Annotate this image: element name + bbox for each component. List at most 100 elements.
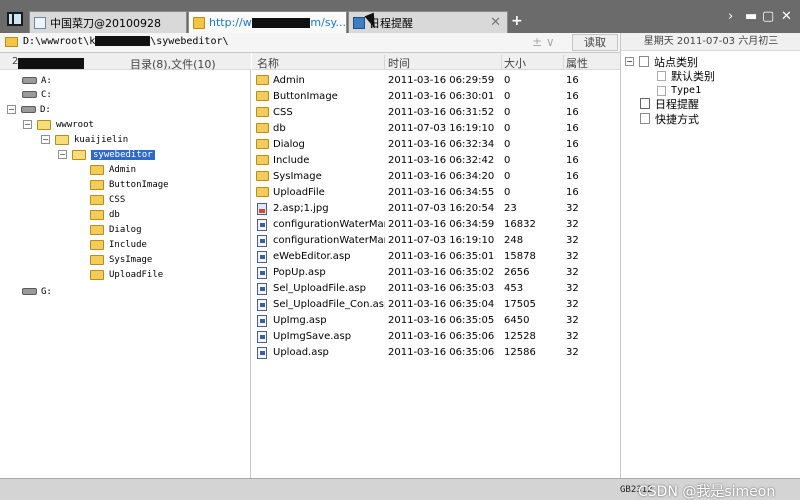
folder-open-icon: [55, 134, 69, 145]
tree-drive-g[interactable]: G:: [22, 284, 52, 299]
file-name: PopUp.asp: [273, 267, 326, 278]
tab-file-manager[interactable]: http://w m/sy...: [188, 11, 347, 33]
collapse-icon[interactable]: −: [7, 105, 16, 114]
path-input[interactable]: D:\wwwroot\k \sywebeditor\: [23, 36, 229, 47]
tree-folder-kuaijielin[interactable]: − kuaijielin: [41, 132, 128, 147]
tree-folder-wwwroot[interactable]: − wwwroot: [23, 117, 94, 132]
file-attr: 32: [566, 219, 579, 230]
default-category-label: 默认类别: [671, 69, 715, 83]
tree-drive-c[interactable]: C:: [22, 87, 52, 102]
file-time: 2011-03-16 06:32:42: [388, 155, 495, 166]
file-size: 6450: [504, 315, 530, 326]
chevron-right-icon[interactable]: ›: [728, 9, 733, 24]
file-size: 0: [504, 187, 511, 198]
folder-label: UploadFile: [109, 269, 164, 280]
minimize-button[interactable]: ▬: [745, 9, 757, 24]
tree-shortcut[interactable]: 快捷方式: [640, 111, 699, 126]
watermark-text: CSDN @我是simeon: [638, 484, 776, 500]
file-name: Include: [273, 155, 310, 166]
file-time: 2011-03-16 06:29:59: [388, 75, 495, 86]
column-header-time[interactable]: 时间: [388, 55, 502, 70]
add-tab-button[interactable]: +: [511, 13, 523, 29]
category-icon: [657, 85, 666, 96]
folder-icon: [90, 179, 104, 190]
file-icon: [257, 347, 267, 359]
table-row[interactable]: PopUp.asp 2011-03-16 06:35:02 2656 32: [252, 265, 620, 281]
column-header-name[interactable]: 名称: [257, 55, 385, 70]
table-row[interactable]: CSS 2011-03-16 06:31:52 0 16: [252, 105, 620, 121]
table-row[interactable]: ButtonImage 2011-03-16 06:30:01 0 16: [252, 89, 620, 105]
table-row[interactable]: eWebEditor.asp 2011-03-16 06:35:01 15878 32: [252, 249, 620, 265]
file-icon: [257, 219, 267, 231]
table-row[interactable]: Include 2011-03-16 06:32:42 0 16: [252, 153, 620, 169]
tree-folder-css[interactable]: CSS: [90, 192, 125, 207]
category-icon: [639, 56, 649, 67]
tree-folder-buttonimage[interactable]: ButtonImage: [90, 177, 169, 192]
maximize-button[interactable]: ▢: [762, 9, 774, 24]
file-time: 2011-03-16 06:35:05: [388, 315, 495, 326]
path-options-icon[interactable]: ± ∨: [532, 35, 555, 49]
table-row[interactable]: UploadFile 2011-03-16 06:34:55 0 16: [252, 185, 620, 201]
file-attr: 16: [566, 139, 579, 150]
tree-folder-dialog[interactable]: Dialog: [90, 222, 142, 237]
folder-icon: [256, 107, 269, 117]
table-row[interactable]: Sel_UploadFile_Con.asp 2011-03-16 06:35:0…: [252, 297, 620, 313]
folder-label: ButtonImage: [109, 179, 169, 190]
table-row[interactable]: UpImgSave.asp 2011-03-16 06:35:06 12528 32: [252, 329, 620, 345]
file-size: 23: [504, 203, 517, 214]
table-row[interactable]: 2.asp;1.jpg 2011-07-03 16:20:54 23 32: [252, 201, 620, 217]
address-bar: D:\wwwroot\k \sywebeditor\ ± ∨ 读取: [0, 33, 620, 53]
file-attr: 32: [566, 315, 579, 326]
file-name: Sel_UploadFile.asp: [273, 283, 366, 294]
file-name: Sel_UploadFile_Con.asp: [273, 299, 385, 310]
collapse-icon[interactable]: −: [23, 120, 32, 129]
collapse-icon[interactable]: −: [41, 135, 50, 144]
shortcut-icon: [640, 113, 650, 124]
table-row[interactable]: Upload.asp 2011-03-16 06:35:06 12586 32: [252, 345, 620, 361]
column-header-attr[interactable]: 属性: [566, 55, 620, 70]
file-attr: 32: [566, 299, 579, 310]
tree-folder-sywebeditor[interactable]: − sywebeditor: [58, 147, 155, 162]
tree-drive-a[interactable]: A:: [22, 73, 52, 88]
tab-label: http://w m/sy...: [209, 16, 346, 29]
table-row[interactable]: configurationWaterMark....2011-07-03 16:…: [252, 233, 620, 249]
folder-label: CSS: [109, 194, 126, 205]
file-name: configurationWaterMark....: [273, 219, 385, 230]
app-logo-icon[interactable]: [7, 12, 23, 26]
file-name: Upload.asp: [273, 347, 329, 358]
table-row[interactable]: Dialog 2011-03-16 06:32:34 0 16: [252, 137, 620, 153]
file-time: 2011-03-16 06:35:02: [388, 267, 495, 278]
file-time: 2011-03-16 06:34:59: [388, 219, 495, 230]
file-size: 12586: [504, 347, 536, 358]
folder-icon: [256, 75, 269, 85]
column-header-size[interactable]: 大小: [504, 55, 564, 70]
file-attr: 32: [566, 235, 579, 246]
file-icon: [257, 251, 267, 263]
folder-label: Admin: [109, 164, 137, 175]
tree-drive-d[interactable]: − D:: [7, 102, 51, 117]
collapse-icon[interactable]: −: [625, 57, 634, 66]
read-button[interactable]: 读取: [572, 34, 618, 51]
close-icon[interactable]: ✕: [490, 15, 501, 30]
file-attr: 16: [566, 75, 579, 86]
table-row[interactable]: UpImg.asp 2011-03-16 06:35:05 6450 32: [252, 313, 620, 329]
tree-folder-sysimage[interactable]: SysImage: [90, 252, 152, 267]
close-window-button[interactable]: ✕: [781, 9, 792, 24]
table-row[interactable]: Admin 2011-03-16 06:29:59 0 16: [252, 73, 620, 89]
table-row[interactable]: db 2011-07-03 16:19:10 0 16: [252, 121, 620, 137]
table-row[interactable]: Sel_UploadFile.asp 2011-03-16 06:35:03 453…: [252, 281, 620, 297]
tab-label: 中国菜刀@20100928: [50, 16, 161, 30]
collapse-icon[interactable]: −: [58, 150, 67, 159]
folder-open-icon: [37, 119, 51, 130]
tree-schedule[interactable]: 日程提醒: [640, 96, 699, 111]
tree-default-category[interactable]: 默认类别: [657, 68, 715, 83]
tab-chopper[interactable]: 中国菜刀@20100928: [29, 11, 187, 33]
tree-folder-admin[interactable]: Admin: [90, 162, 136, 177]
tree-folder-uploadfile[interactable]: UploadFile: [90, 267, 163, 282]
table-row[interactable]: configurationWaterMark....2011-03-16 06:…: [252, 217, 620, 233]
tree-folder-db[interactable]: db: [90, 207, 120, 222]
file-name: UploadFile: [273, 187, 325, 198]
table-row[interactable]: SysImage 2011-03-16 06:34:20 0 16: [252, 169, 620, 185]
file-name: eWebEditor.asp: [273, 251, 351, 262]
tree-folder-include[interactable]: Include: [90, 237, 147, 252]
